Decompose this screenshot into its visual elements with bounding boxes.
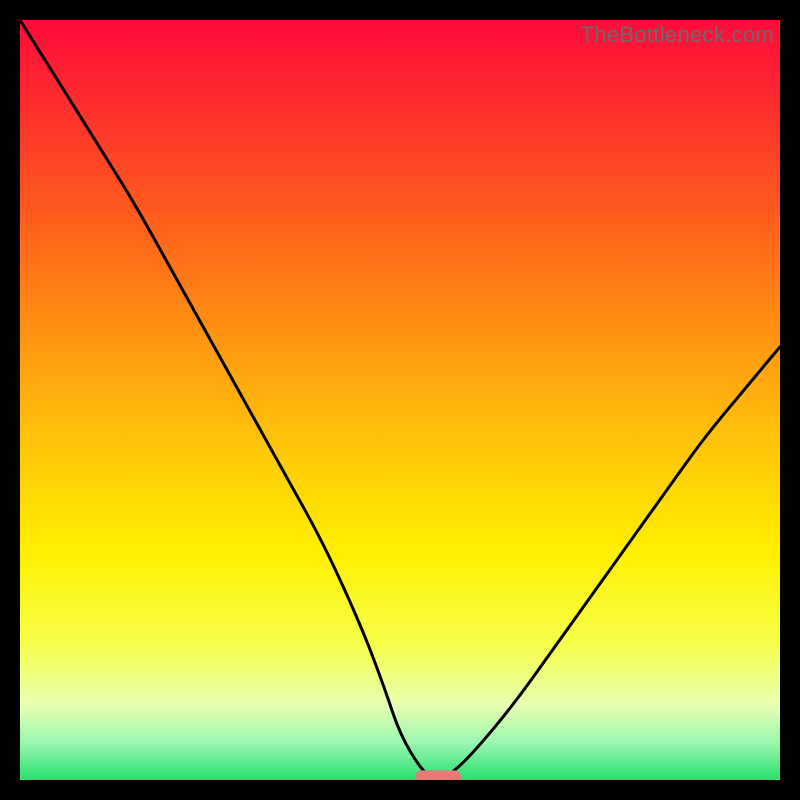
chart-frame: TheBottleneck.com (20, 20, 780, 780)
optimum-marker (415, 770, 461, 780)
gradient-background (20, 20, 780, 780)
watermark-text: TheBottleneck.com (581, 22, 774, 48)
chart-svg (20, 20, 780, 780)
